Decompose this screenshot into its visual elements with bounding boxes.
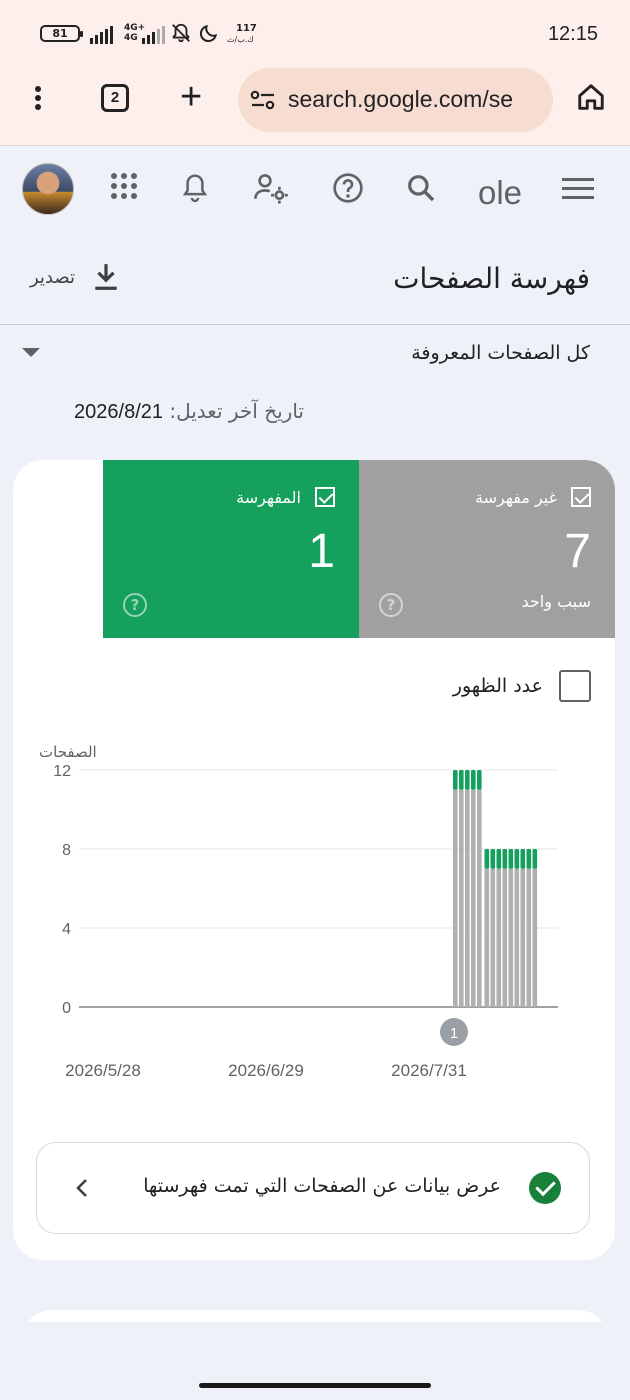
page-filter-dropdown[interactable]: كل الصفحات المعروفة xyxy=(411,342,590,364)
not-indexed-count: 7 xyxy=(564,525,591,578)
bar-indexed xyxy=(514,849,520,869)
checkbox-checked-icon[interactable] xyxy=(315,487,335,507)
view-indexed-pages-row[interactable]: عرض بيانات عن الصفحات التي تمت فهرستها xyxy=(36,1142,590,1234)
help-icon[interactable]: ? xyxy=(123,593,147,617)
bar-indexed xyxy=(490,849,496,869)
view-indexed-pages-label: عرض بيانات عن الصفحات التي تمت فهرستها xyxy=(143,1175,501,1197)
battery-indicator: 81 xyxy=(40,25,83,42)
indexed-label: المفهرسة xyxy=(236,488,301,507)
export-label: تصدير xyxy=(30,266,76,288)
dropdown-caret-icon[interactable] xyxy=(22,348,40,357)
impressions-label: عدد الظهور xyxy=(452,675,543,697)
y-tick-label: 4 xyxy=(62,921,71,938)
signal-icon-2 xyxy=(142,22,165,44)
home-icon[interactable] xyxy=(576,82,606,112)
gesture-bar xyxy=(199,1383,431,1388)
page-title: فهرسة الصفحات xyxy=(393,262,590,295)
app-header: ole xyxy=(0,146,630,236)
pages-chart: الصفحات 0 4 8 12 1 2026/5/28 2026/6/29 2026/7/31 xyxy=(39,743,558,1080)
bar-not-indexed xyxy=(532,868,538,1007)
checkbox-unchecked-icon[interactable] xyxy=(559,670,591,702)
bar-not-indexed xyxy=(508,868,514,1007)
bar-indexed xyxy=(453,770,458,790)
divider xyxy=(0,324,630,325)
bar-indexed xyxy=(508,849,514,869)
bar-not-indexed xyxy=(514,868,520,1007)
bar-not-indexed xyxy=(490,868,496,1007)
tab-switcher-button[interactable]: 2 xyxy=(101,84,129,112)
bar-indexed xyxy=(465,770,470,790)
hamburger-menu-icon[interactable] xyxy=(562,178,594,200)
address-bar[interactable]: search.google.com/se xyxy=(238,68,553,132)
annotation-label: 1 xyxy=(450,1025,458,1042)
bell-muted-icon xyxy=(172,23,190,43)
url-text: search.google.com/se xyxy=(288,86,514,112)
not-indexed-tile[interactable]: غير مفهرسة 7 سبب واحد ? xyxy=(359,460,615,638)
x-tick-label: 2026/5/28 xyxy=(65,1061,141,1080)
bar-indexed xyxy=(520,849,526,869)
bar-not-indexed xyxy=(459,789,464,1007)
bar-not-indexed xyxy=(496,868,502,1007)
x-tick-label: 2026/7/31 xyxy=(391,1061,467,1080)
bar-indexed xyxy=(459,770,464,790)
y-tick-label: 12 xyxy=(53,763,71,780)
bar-not-indexed xyxy=(526,868,532,1007)
last-updated-date: 2026/8/21 xyxy=(74,401,163,423)
avatar[interactable] xyxy=(22,163,74,215)
not-indexed-reason: سبب واحد xyxy=(521,592,592,611)
speed-value: 117 xyxy=(236,23,257,34)
download-icon xyxy=(95,264,117,290)
indexed-tile[interactable]: المفهرسة 1 ? xyxy=(103,460,359,638)
bar-indexed xyxy=(532,849,538,869)
status-bar: 81 4G+ 4G 117 ك.ب/ث 12:15 xyxy=(0,0,630,62)
export-button[interactable]: تصدير xyxy=(30,262,119,292)
last-updated: تاريخ آخر تعديل: 2026/8/21 xyxy=(74,399,304,424)
bar-not-indexed xyxy=(502,868,508,1007)
new-tab-button[interactable]: + xyxy=(180,78,202,116)
signal-icon xyxy=(90,22,113,44)
browser-toolbar: 2 + search.google.com/se xyxy=(0,62,630,146)
search-icon[interactable] xyxy=(405,172,437,204)
bar-not-indexed xyxy=(465,789,470,1007)
bar-indexed xyxy=(484,849,490,869)
chevron-left-icon xyxy=(76,1179,87,1197)
bar-indexed xyxy=(477,770,482,790)
help-icon[interactable] xyxy=(332,172,364,204)
apps-grid-icon[interactable] xyxy=(110,172,138,200)
bar-not-indexed xyxy=(471,789,476,1007)
y-axis-label: الصفحات xyxy=(39,743,97,761)
not-indexed-label: غير مفهرسة xyxy=(475,488,557,507)
bar-not-indexed xyxy=(484,868,490,1007)
impressions-toggle[interactable]: عدد الظهور xyxy=(453,670,591,702)
bar-not-indexed xyxy=(453,789,458,1007)
help-icon[interactable]: ? xyxy=(379,593,403,617)
bar-indexed xyxy=(502,849,508,869)
check-circle-icon xyxy=(529,1172,561,1204)
more-menu-icon[interactable] xyxy=(34,86,42,114)
y-tick-label: 0 xyxy=(62,1000,71,1017)
indexed-count: 1 xyxy=(308,525,335,578)
manage-users-icon[interactable] xyxy=(253,172,289,204)
moon-icon xyxy=(199,24,218,43)
bar-not-indexed xyxy=(520,868,526,1007)
bar-indexed xyxy=(471,770,476,790)
network-type-2: 4G xyxy=(124,33,138,43)
speed-unit: ك.ب/ث xyxy=(227,35,254,44)
indexing-summary-card: غير مفهرسة 7 سبب واحد ? المفهرسة 1 ? عدد… xyxy=(13,460,615,1260)
product-logo: ole xyxy=(478,174,523,211)
notifications-icon[interactable] xyxy=(180,172,210,204)
bar-not-indexed xyxy=(477,789,482,1007)
bar-indexed xyxy=(496,849,502,869)
checkbox-checked-icon[interactable] xyxy=(571,487,591,507)
bar-indexed xyxy=(526,849,532,869)
x-tick-label: 2026/6/29 xyxy=(228,1061,304,1080)
last-updated-label: تاريخ آخر تعديل: xyxy=(169,399,304,423)
site-settings-icon[interactable] xyxy=(250,88,276,112)
clock: 12:15 xyxy=(547,23,598,45)
y-tick-label: 8 xyxy=(62,842,71,859)
